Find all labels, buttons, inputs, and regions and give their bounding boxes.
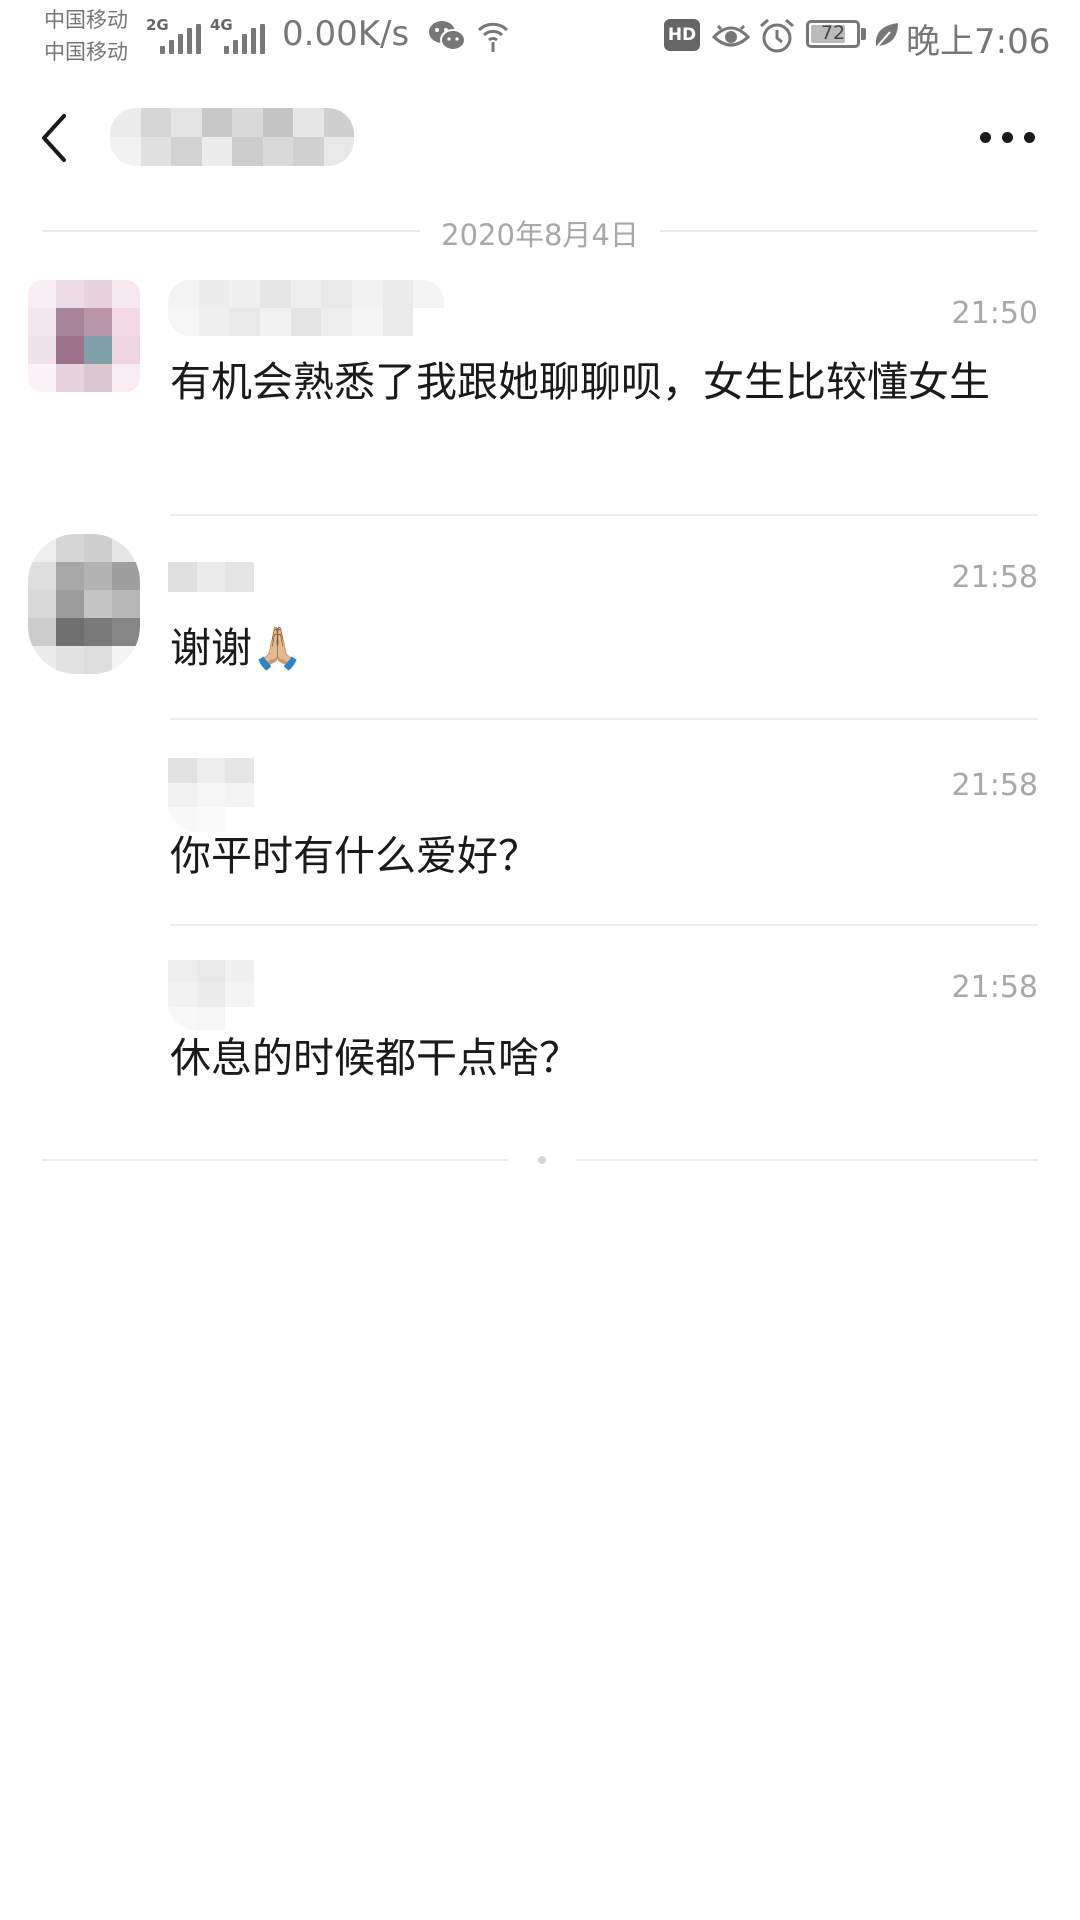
leaf-icon <box>875 23 898 49</box>
status-clock: 晚上7:06 <box>906 22 1051 62</box>
message-time: 21:58 <box>951 560 1038 595</box>
message-text: 谢谢🙏🏼 <box>170 624 304 672</box>
message-text: 休息的时候都干点啥？ <box>170 1034 580 1082</box>
battery-tip <box>861 28 866 40</box>
message-separator <box>170 514 1038 516</box>
avatar[interactable] <box>28 280 140 392</box>
chat-title-redacted <box>110 108 354 166</box>
message-time: 21:50 <box>951 296 1038 331</box>
battery-level: 72 <box>820 22 846 44</box>
status-bar: 中国移动 中国移动 2G 4G 0.00K/s HD 72 晚上7:06 <box>0 0 1080 78</box>
end-of-list-dot <box>538 1156 546 1164</box>
more-horizontal-icon[interactable] <box>980 132 1036 144</box>
message-text: 你平时有什么爱好？ <box>170 832 539 880</box>
hotspot-icon <box>477 22 509 52</box>
battery-icon: 72 <box>806 20 860 48</box>
alarm-icon <box>760 18 794 53</box>
sender-name-redacted <box>168 960 254 1030</box>
wechat-icon <box>429 21 466 51</box>
hd-icon: HD <box>664 19 700 51</box>
sender-name-redacted <box>168 758 254 832</box>
message-separator <box>170 718 1038 720</box>
end-divider-right <box>576 1159 1038 1161</box>
chevron-left-icon[interactable] <box>36 110 72 166</box>
net-speed: 0.00K/s <box>282 14 410 54</box>
message-time: 21:58 <box>951 970 1038 1005</box>
nav-bar <box>0 78 1080 200</box>
carrier-1: 中国移动 <box>44 8 128 32</box>
message-separator <box>170 924 1038 926</box>
message-text: 有机会熟悉了我跟她聊聊呗，女生比较懂女生 <box>170 358 990 406</box>
carrier-2: 中国移动 <box>44 40 128 64</box>
avatar[interactable] <box>28 534 140 674</box>
sender-name-redacted <box>168 562 254 592</box>
end-divider-left <box>42 1159 508 1161</box>
date-label: 2020年8月4日 <box>420 212 660 254</box>
message-time: 21:58 <box>951 768 1038 803</box>
sender-name-redacted <box>168 280 444 336</box>
eye-icon <box>712 24 750 47</box>
